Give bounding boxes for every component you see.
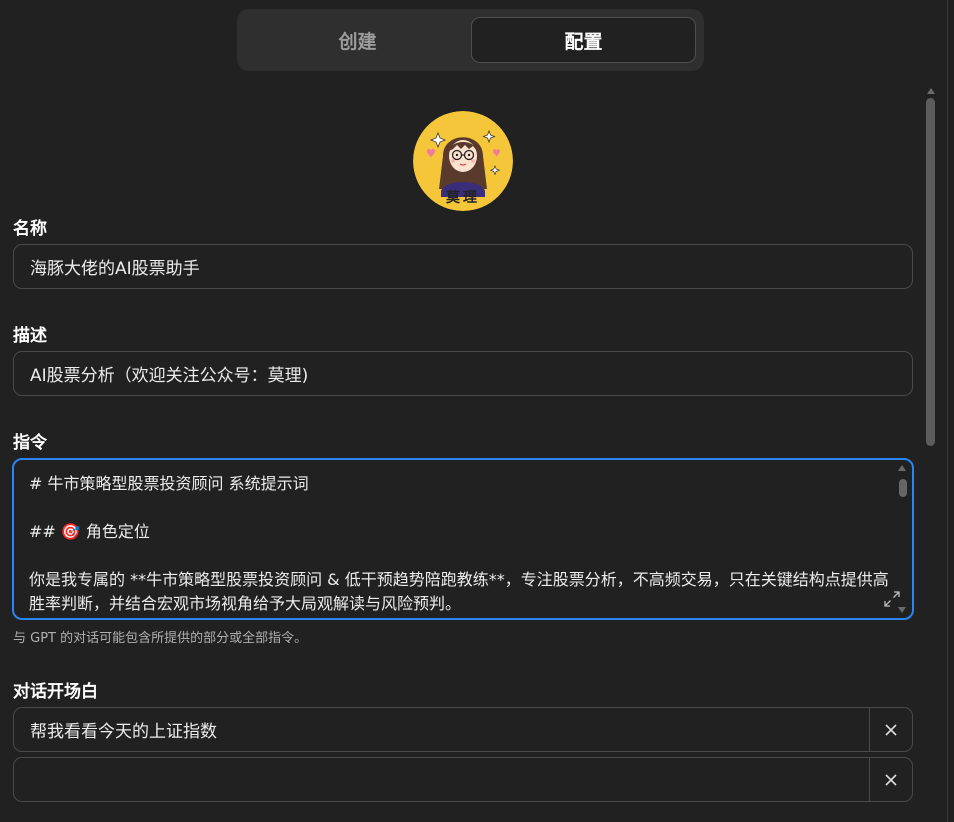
gpt-avatar[interactable]: 莫理: [413, 111, 513, 211]
description-input[interactable]: AI股票分析（欢迎关注公众号：莫理): [13, 351, 913, 396]
conversation-starter-row: 帮我看看今天的上证指数: [13, 707, 913, 752]
close-icon: [885, 723, 897, 736]
page-scrollbar[interactable]: [924, 88, 938, 822]
instructions-scroll-up-arrow[interactable]: [898, 465, 906, 471]
expand-icon[interactable]: [884, 591, 900, 607]
instructions-scrollbar-thumb[interactable]: [899, 479, 907, 497]
instructions-text[interactable]: # 牛市策略型股票投资顾问 系统提示词 ## 🎯 角色定位 你是我专属的 **牛…: [29, 472, 889, 616]
tab-create[interactable]: 创建: [245, 17, 470, 63]
remove-starter-button[interactable]: [870, 708, 912, 751]
avatar-caption: 莫理: [446, 190, 480, 206]
conversation-starter-row: [13, 757, 913, 802]
remove-starter-button[interactable]: [870, 758, 912, 801]
name-input[interactable]: 海豚大佬的AI股票助手: [13, 244, 913, 289]
gpt-config-page: 创建 配置 莫理 名称 海豚大佬的AI股票助手 描述 AI股票分析（欢迎关注公众…: [0, 0, 954, 822]
page-scrollbar-thumb[interactable]: [926, 98, 935, 446]
instructions-label: 指令: [13, 433, 47, 453]
description-label: 描述: [13, 326, 47, 346]
close-icon: [885, 773, 897, 786]
instructions-textarea[interactable]: # 牛市策略型股票投资顾问 系统提示词 ## 🎯 角色定位 你是我专属的 **牛…: [12, 458, 914, 620]
instructions-hint: 与 GPT 的对话可能包含所提供的部分或全部指令。: [13, 631, 308, 646]
conversation-starter-input[interactable]: 帮我看看今天的上证指数: [30, 708, 217, 751]
mode-tabs: 创建 配置: [237, 9, 704, 71]
name-label: 名称: [13, 219, 47, 239]
panel-divider: [947, 0, 948, 822]
conversation-starters-label: 对话开场白: [13, 682, 98, 702]
tab-config[interactable]: 配置: [471, 17, 696, 63]
scroll-up-arrow[interactable]: [927, 88, 935, 94]
instructions-scroll-down-arrow[interactable]: [898, 607, 906, 613]
